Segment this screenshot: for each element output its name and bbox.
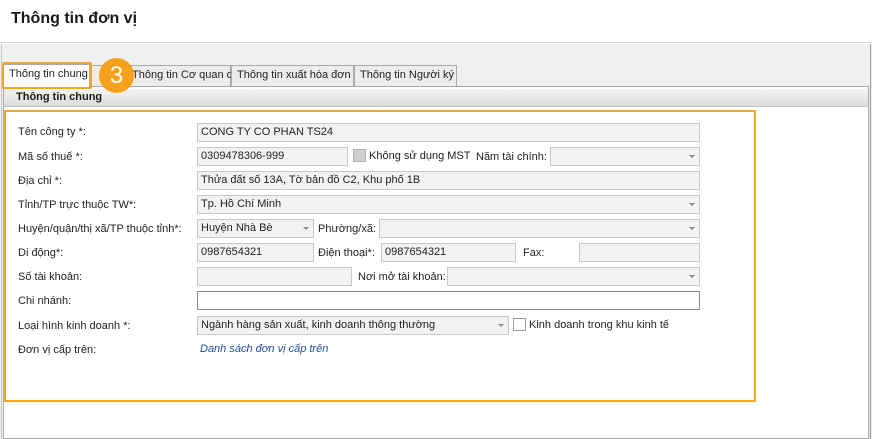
economic-zone-label: Kinh doanh trong khu kinh tế [529, 319, 670, 331]
phone-field[interactable]: 0987654321 [381, 243, 516, 262]
no-tax-code-label: Không sử dụng MST [369, 150, 471, 162]
title-bar: Thông tin đơn vị [0, 0, 872, 43]
district-label: Huyện/quận/thị xã/TP thuộc tỉnh*: [18, 223, 182, 235]
parent-unit-label: Đơn vị cấp trên: [18, 344, 97, 356]
tab-general-info[interactable]: Thông tin chung [3, 64, 90, 87]
business-type-value: Ngành hàng sản xuất, kinh doanh thông th… [201, 319, 436, 331]
group-header: Thông tin chung [4, 89, 868, 107]
fax-field[interactable] [579, 243, 700, 262]
ward-select[interactable] [379, 219, 700, 238]
fiscal-year-label: Năm tài chính: [476, 151, 547, 163]
chevron-down-icon [303, 227, 309, 230]
phone-label: Điện thoại*: [318, 247, 375, 259]
bank-label: Nơi mở tài khoản: [358, 271, 446, 283]
chevron-down-icon [689, 275, 695, 278]
frame-right-border [870, 44, 871, 439]
ward-label: Phường/xã: [318, 223, 376, 235]
fax-label: Fax: [523, 247, 545, 259]
tax-code-field[interactable]: 0309478306-999 [197, 147, 348, 166]
account-number-label: Số tài khoản: [18, 271, 83, 283]
company-name-label: Tên công ty *: [18, 126, 86, 138]
chevron-down-icon [689, 203, 695, 206]
province-label: Tỉnh/TP trực thuộc TW*: [18, 199, 137, 211]
bank-select[interactable] [447, 267, 700, 286]
chevron-down-icon [689, 155, 695, 158]
chevron-down-icon [689, 227, 695, 230]
fiscal-year-select[interactable] [550, 147, 700, 166]
district-select[interactable]: Huyện Nhà Bè [197, 219, 314, 238]
chevron-down-icon [498, 324, 504, 327]
company-name-field[interactable]: CONG TY CO PHAN TS24 [197, 123, 700, 142]
window-title: Thông tin đơn vị [11, 10, 138, 27]
tax-code-label: Mã số thuế *: [18, 151, 83, 163]
parent-unit-link[interactable]: Danh sách đơn vị cấp trên [200, 343, 328, 355]
province-select[interactable]: Tp. Hồ Chí Minh [197, 195, 700, 214]
mobile-label: Di động*: [18, 247, 64, 259]
district-value: Huyện Nhà Bè [201, 222, 273, 234]
economic-zone-checkbox[interactable] [513, 318, 526, 331]
branch-field[interactable] [197, 291, 700, 310]
no-tax-code-checkbox[interactable] [353, 149, 366, 162]
tab-signer-info[interactable]: Thông tin Người ký [354, 65, 457, 86]
province-value: Tp. Hồ Chí Minh [201, 198, 282, 210]
account-number-field[interactable] [197, 267, 352, 286]
group-title: Thông tin chung [16, 91, 103, 103]
business-type-label: Loại hình kinh doanh *: [18, 320, 131, 332]
branch-label: Chi nhánh: [18, 295, 72, 307]
frame-left-border [1, 44, 2, 439]
address-label: Địa chỉ *: [18, 175, 63, 187]
annotation-step-badge: 3 [99, 58, 134, 93]
mobile-field[interactable]: 0987654321 [197, 243, 314, 262]
tab-invoice-info[interactable]: Thông tin xuất hóa đơn [231, 65, 354, 86]
business-type-select[interactable]: Ngành hàng sản xuất, kinh doanh thông th… [197, 316, 509, 335]
address-field[interactable]: Thửa đất số 13A, Tờ bản đồ C2, Khu phố 1… [197, 171, 700, 190]
